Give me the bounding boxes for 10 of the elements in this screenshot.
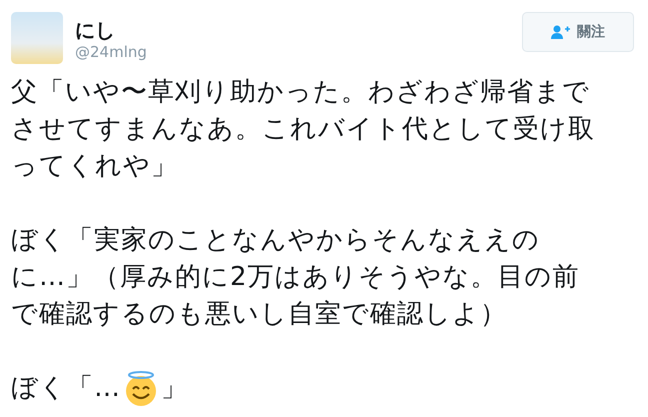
add-person-icon bbox=[551, 25, 571, 39]
follow-button[interactable]: 關注 bbox=[522, 12, 634, 52]
tweet-paragraph: ぼく「実家のことなんやからそんなええのに…」（厚み的に2万はありそうやな。目の前で確認するのも悪いし自室で確認しよ） bbox=[11, 224, 581, 331]
avatar-picture[interactable] bbox=[11, 12, 63, 64]
tweet-text: 」 bbox=[161, 372, 188, 405]
tweet-text: ぼく「… bbox=[11, 372, 121, 405]
tweet-paragraph: 父「いや〜草刈り助かった。わざわざ帰省までさせてすまんなあ。これバイト代として受け取ってくれや」 bbox=[11, 76, 596, 183]
user-handle[interactable]: @24mlng bbox=[75, 42, 147, 62]
smiling-face-with-halo-icon bbox=[123, 370, 159, 406]
user-name[interactable]: にし bbox=[75, 18, 147, 42]
